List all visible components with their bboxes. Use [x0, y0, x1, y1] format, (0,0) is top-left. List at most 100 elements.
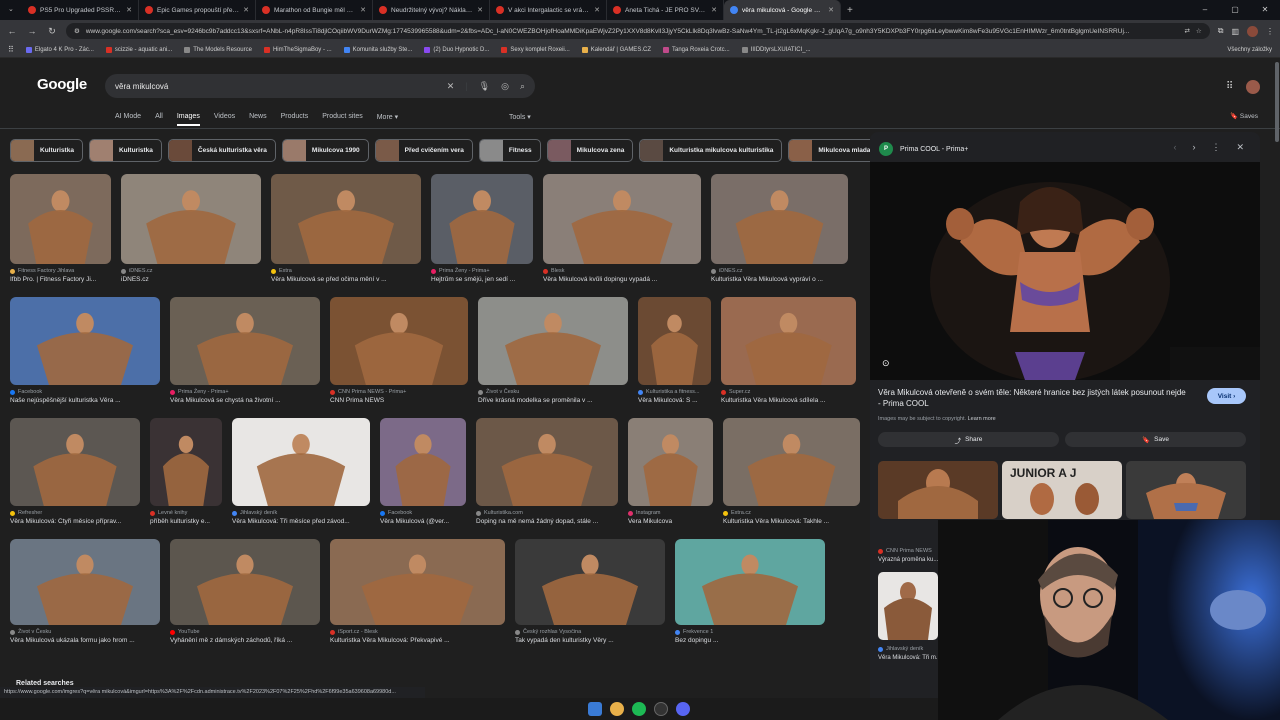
result-thumbnail[interactable] — [271, 174, 421, 264]
windows-start-icon[interactable] — [588, 702, 602, 716]
image-result[interactable]: Facebook Věra Mikulcová (@ver... — [380, 418, 466, 525]
search-input[interactable]: věra mikulcová — [115, 82, 436, 91]
result-caption[interactable]: Bez dopingu ... — [675, 637, 825, 644]
bookmark-item[interactable]: Kalendář | GAMES.CZ — [581, 46, 651, 53]
result-thumbnail[interactable] — [10, 174, 111, 264]
previous-icon[interactable]: ‹ — [1173, 142, 1176, 153]
tab-close-icon[interactable]: ✕ — [711, 6, 717, 14]
result-caption[interactable]: Věra Mikulcová se před očima mění v ... — [271, 276, 421, 283]
preview-source[interactable]: P Prima COOL - Prima+ — [879, 142, 968, 156]
search-tab[interactable]: Products — [281, 113, 309, 126]
close-window-icon[interactable]: ✕ — [1250, 0, 1280, 20]
result-caption[interactable]: Věra Mikulcová: Čtyři měsíce příprav... — [10, 518, 140, 525]
visit-button[interactable]: Visit › — [1207, 388, 1246, 404]
browser-tab[interactable]: Aneta Tichá - JE PRO SVALNAT... ✕ — [607, 0, 724, 20]
related-image[interactable] — [878, 572, 938, 640]
lens-icon[interactable]: ◎ — [501, 81, 509, 92]
result-thumbnail[interactable] — [515, 539, 665, 625]
result-caption[interactable]: Věra Mikulcová: Tři měsíce před závod... — [232, 518, 370, 525]
result-thumbnail[interactable] — [638, 297, 711, 385]
all-bookmarks[interactable]: Všechny záložky — [1227, 47, 1272, 53]
bookmark-star-icon[interactable]: ☆ — [1196, 27, 1202, 35]
discord-icon[interactable] — [676, 702, 690, 716]
google-logo[interactable]: Google — [37, 76, 87, 93]
bookmark-item[interactable]: scizzie - aquatic ani... — [105, 46, 172, 53]
apps-shortcut-icon[interactable]: ⠿ — [8, 45, 14, 54]
result-thumbnail[interactable] — [121, 174, 261, 264]
tab-close-icon[interactable]: ✕ — [243, 6, 249, 14]
minimize-icon[interactable]: – — [1190, 0, 1220, 20]
result-caption[interactable]: Ifbb Pro. | Fitness Factory Ji... — [10, 276, 111, 283]
result-thumbnail[interactable] — [543, 174, 701, 264]
bookmark-item[interactable]: (2) Duo Hypnotic D... — [424, 46, 489, 53]
microphone-icon[interactable]: 🎙 — [479, 81, 490, 92]
bookmark-item[interactable]: Sexy komplet Roxeii... — [501, 46, 570, 53]
bookmark-item[interactable]: The Models Resource — [184, 46, 252, 53]
preview-title[interactable]: Věra Mikulcová otevřeně o svém těle: Něk… — [878, 387, 1188, 409]
result-caption[interactable]: Věra Mikulcová se chystá na životní ... — [170, 397, 320, 404]
browser-tab[interactable]: Epic Games propouští přes tisíc... ✕ — [139, 0, 256, 20]
tab-list-icon[interactable]: ⌄ — [8, 5, 14, 13]
result-thumbnail[interactable] — [10, 418, 140, 506]
browser-tab[interactable]: PS5 Pro Upgraded PSSR = Enh... ✕ — [22, 0, 139, 20]
bookmark-item[interactable]: HimTheSigmaBoy - ... — [263, 46, 332, 53]
result-thumbnail[interactable] — [711, 174, 848, 264]
result-caption[interactable]: Kulturistka Věra Mikulcová vypráví o ... — [711, 276, 848, 283]
result-thumbnail[interactable] — [330, 539, 505, 625]
result-caption[interactable]: Kulturistka Věra Mikulcová: Takhle ... — [723, 518, 860, 525]
result-caption[interactable]: Doping na mě nemá žádný dopad, stále ... — [476, 518, 618, 525]
image-result[interactable]: iSport.cz - Blesk Kulturistka Věra Mikul… — [330, 539, 505, 644]
result-thumbnail[interactable] — [170, 297, 320, 385]
related-image[interactable] — [878, 461, 998, 519]
search-tab[interactable]: All — [155, 113, 163, 126]
image-result[interactable]: YouTube Vyhánění mě z dámských záchodů, … — [170, 539, 320, 644]
refinement-chip[interactable]: Fitness — [478, 139, 541, 162]
search-tab[interactable]: AI Mode — [115, 113, 141, 126]
preview-image[interactable] — [870, 162, 1260, 380]
result-thumbnail[interactable] — [478, 297, 628, 385]
share-button[interactable]: ⤴ Share — [878, 432, 1059, 447]
spotify-icon[interactable] — [632, 702, 646, 716]
google-apps-icon[interactable]: ⠿ — [1226, 81, 1233, 92]
result-caption[interactable]: Kulturistka Věra Mikulcová sdílela ... — [721, 397, 856, 404]
bookmark-item[interactable]: Komunita služby Ste... — [343, 46, 412, 53]
image-result[interactable]: Extra.cz Kulturistka Věra Mikulcová: Tak… — [723, 418, 860, 525]
related-caption[interactable]: Věra Mikulcová: Tři m... — [878, 655, 941, 661]
bookmark-item[interactable]: Elgato 4 K Pro - Zác... — [25, 46, 94, 53]
result-caption[interactable]: iDNES.cz — [121, 276, 261, 283]
image-result[interactable]: Extra Věra Mikulcová se před očima mění … — [271, 174, 421, 283]
page-scrollbar[interactable] — [1275, 62, 1279, 142]
back-icon[interactable]: ← — [6, 26, 18, 36]
refinement-chip[interactable]: Kulturistka — [88, 139, 162, 162]
image-result[interactable]: Super.cz Kulturistka Věra Mikulcová sdíl… — [721, 297, 856, 404]
clear-icon[interactable]: ✕ — [447, 81, 455, 92]
image-result[interactable]: Frekvence 1 Bez dopingu ... — [675, 539, 825, 644]
save-button[interactable]: 🔖 Save — [1065, 432, 1246, 447]
tab-close-icon[interactable]: ✕ — [828, 6, 834, 14]
visual-search-icon[interactable]: ⊙ — [882, 358, 890, 369]
close-preview-icon[interactable]: ✕ — [1236, 142, 1244, 153]
result-caption[interactable]: Vyhánění mě z dámských záchodů, říká ... — [170, 637, 320, 644]
result-thumbnail[interactable] — [431, 174, 533, 264]
refinement-chip[interactable]: Mikulcova 1990 — [281, 139, 369, 162]
image-result[interactable]: Kulturistika a fitness... Věra Mikulcová… — [638, 297, 711, 404]
image-result[interactable]: Blesk Věra Mikulcová kvůli dopingu vypad… — [543, 174, 701, 283]
related-image[interactable] — [1126, 461, 1246, 519]
translate-icon[interactable]: ⇄ — [1184, 27, 1189, 35]
browser-tab[interactable]: věra mikulcová - Google Search ✕ — [724, 0, 841, 20]
refinement-chip[interactable]: Česká kulturistka věra — [167, 139, 276, 162]
refinement-chip[interactable]: Mikulcova mlada — [788, 139, 870, 162]
result-thumbnail[interactable] — [380, 418, 466, 506]
result-thumbnail[interactable] — [10, 539, 160, 625]
tab-close-icon[interactable]: ✕ — [477, 6, 483, 14]
more-options-icon[interactable]: ⋮ — [1211, 142, 1220, 153]
side-panel-icon[interactable]: ▥ — [1231, 27, 1239, 36]
search-icon[interactable]: ⌕ — [520, 81, 525, 92]
result-thumbnail[interactable] — [330, 297, 468, 385]
bookmark-item[interactable]: IIIDDtyrsLXUIATICI_... — [741, 46, 811, 53]
image-result[interactable]: iDNES.cz iDNES.cz — [121, 174, 261, 283]
result-caption[interactable]: Věra Mikulcová (@ver... — [380, 518, 466, 525]
refinement-chip[interactable]: Kulturistka — [10, 139, 83, 162]
image-result[interactable]: iDNES.cz Kulturistka Věra Mikulcová vypr… — [711, 174, 848, 283]
search-tab[interactable]: News — [249, 113, 267, 126]
